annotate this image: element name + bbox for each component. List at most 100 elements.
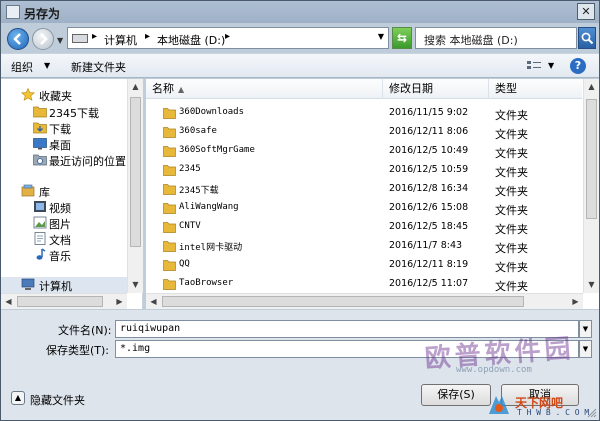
close-button[interactable]: ✕ [577, 3, 595, 20]
folder-icon [163, 260, 176, 271]
nav-favorites[interactable]: 收藏夹 [1, 87, 127, 103]
nav-item-2345-downloads[interactable]: 2345下载 [1, 104, 127, 120]
file-type: 文件夹 [495, 147, 528, 160]
nav-horizontal-scrollbar[interactable]: ◀ ▶ [1, 293, 127, 309]
nav-item-videos[interactable]: 视频 [1, 199, 127, 215]
file-list-pane: 名称 ▲ 修改日期 类型 360Downloads 2016/11/15 9:02 文… [146, 79, 599, 309]
organize-chevron-icon[interactable]: ▼ [44, 61, 50, 70]
file-name: 360safe [179, 126, 217, 136]
table-row[interactable]: QQ 2016/12/11 8:19 文件夹 [146, 256, 582, 275]
title-bar[interactable]: 另存为 ✕ [1, 1, 599, 23]
nav-favorites-label: 收藏夹 [39, 90, 72, 103]
back-button[interactable] [7, 28, 29, 50]
table-row[interactable]: TaoBrowser 2016/12/5 11:07 文件夹 [146, 275, 582, 294]
nav-item-desktop[interactable]: 桌面 [1, 136, 127, 152]
organize-button[interactable]: 组织 [11, 59, 33, 75]
column-name-label: 名称 [152, 82, 174, 95]
column-header-row: 名称 ▲ 修改日期 类型 [146, 79, 582, 99]
address-bar[interactable]: ▸ 计算机 ▸ 本地磁盘 (D:) ▸ ▼ [67, 27, 389, 49]
hide-folders-label: 隐藏文件夹 [30, 394, 85, 407]
breadcrumb-computer[interactable]: 计算机 [104, 32, 137, 48]
watermark-logo-sub: T H W B . C O M [517, 408, 590, 417]
nav-item-downloads[interactable]: 下载 [1, 120, 127, 136]
forward-button[interactable] [32, 28, 54, 50]
scroll-thumb[interactable] [586, 99, 597, 219]
table-row[interactable]: 360Downloads 2016/11/15 9:02 文件夹 [146, 104, 582, 123]
recent-pages-chevron-icon[interactable]: ▼ [57, 36, 63, 45]
nav-item-label: 下载 [49, 123, 71, 136]
folder-icon [163, 184, 176, 195]
scroll-left-icon[interactable]: ◀ [146, 294, 161, 309]
file-vertical-scrollbar[interactable]: ▲ ▼ [583, 79, 599, 293]
scroll-down-icon[interactable]: ▼ [584, 277, 599, 293]
nav-item-music[interactable]: 音乐 [1, 247, 127, 263]
file-type: 文件夹 [495, 185, 528, 198]
address-dropdown-icon[interactable]: ▼ [378, 32, 384, 41]
nav-vertical-scrollbar[interactable]: ▲ ▼ [127, 79, 143, 293]
file-date: 2016/11/7 8:43 [389, 240, 463, 251]
help-button[interactable]: ? [570, 58, 586, 74]
scroll-thumb[interactable] [17, 296, 103, 307]
scroll-right-icon[interactable]: ▶ [568, 294, 583, 309]
file-horizontal-scrollbar[interactable]: ◀ ▶ [146, 293, 583, 309]
nav-item-recent-places[interactable]: 最近访问的位置 [1, 152, 127, 168]
scroll-up-icon[interactable]: ▲ [128, 79, 143, 95]
table-row[interactable]: AliWangWang 2016/12/6 15:08 文件夹 [146, 199, 582, 218]
scroll-right-icon[interactable]: ▶ [112, 294, 127, 309]
nav-item-pictures[interactable]: 图片 [1, 215, 127, 231]
table-row[interactable]: 2345下载 2016/12/8 16:34 文件夹 [146, 180, 582, 199]
column-type-label: 类型 [495, 82, 517, 95]
scroll-up-icon[interactable]: ▲ [584, 79, 599, 95]
new-folder-button[interactable]: 新建文件夹 [71, 59, 126, 75]
watermark-url: www.opdown.com [456, 365, 532, 375]
folder-icon [163, 127, 176, 138]
nav-item-documents[interactable]: 文档 [1, 231, 127, 247]
table-row[interactable]: 2345 2016/12/5 10:59 文件夹 [146, 161, 582, 180]
table-row[interactable]: CNTV 2016/12/5 18:45 文件夹 [146, 218, 582, 237]
refresh-button[interactable]: ⇆ [392, 27, 412, 49]
nav-item-label: 图片 [49, 218, 71, 231]
view-chevron-icon[interactable]: ▼ [548, 61, 554, 70]
nav-item-label: 文档 [49, 234, 71, 247]
table-row[interactable]: intel网卡驱动 2016/11/7 8:43 文件夹 [146, 237, 582, 256]
scroll-thumb[interactable] [130, 97, 141, 247]
search-placeholder: 搜索 本地磁盘 (D:) [424, 34, 518, 47]
document-library-icon [34, 232, 46, 245]
file-date: 2016/12/6 15:08 [389, 202, 469, 213]
file-date: 2016/12/5 18:45 [389, 221, 469, 232]
scroll-left-icon[interactable]: ◀ [1, 294, 16, 309]
file-name: CNTV [179, 221, 201, 231]
file-type: 文件夹 [495, 261, 528, 274]
file-name: 360SoftMgrGame [179, 145, 255, 155]
nav-item-label: 最近访问的位置 [49, 155, 126, 168]
folder-icon [163, 241, 176, 252]
filetype-dropdown-icon[interactable]: ▼ [579, 340, 592, 358]
filename-dropdown-icon[interactable]: ▼ [579, 320, 592, 338]
breadcrumb-separator[interactable]: ▸ [92, 31, 97, 42]
table-row[interactable]: 360SoftMgrGame 2016/12/5 10:49 文件夹 [146, 142, 582, 161]
search-button[interactable] [578, 27, 596, 49]
column-header-type[interactable]: 类型 [489, 79, 582, 99]
column-header-date[interactable]: 修改日期 [383, 79, 489, 99]
recent-places-icon [33, 154, 47, 166]
file-type: 文件夹 [495, 280, 528, 293]
search-input[interactable]: 搜索 本地磁盘 (D:) [415, 27, 577, 49]
arrow-left-icon [13, 33, 21, 45]
filename-label: 文件名(N): [58, 324, 112, 337]
view-options-icon[interactable] [525, 59, 547, 73]
breadcrumb-local-disk[interactable]: 本地磁盘 (D:) [157, 32, 225, 48]
scroll-thumb[interactable] [162, 296, 524, 307]
download-folder-icon [33, 122, 47, 134]
file-name: 2345 [179, 164, 201, 174]
table-row[interactable]: 360safe 2016/12/11 8:06 文件夹 [146, 123, 582, 142]
breadcrumb-separator[interactable]: ▸ [145, 31, 150, 42]
watermark-text: 欧普软件园 [423, 333, 576, 375]
breadcrumb-separator[interactable]: ▸ [225, 31, 230, 42]
file-type: 文件夹 [495, 109, 528, 122]
column-header-name[interactable]: 名称 ▲ [146, 79, 383, 99]
nav-libraries[interactable]: 库 [1, 183, 127, 199]
address-row: ▼ ▸ 计算机 ▸ 本地磁盘 (D:) ▸ ▼ ⇆ 搜索 本地磁盘 (D:) [1, 23, 599, 53]
desktop-icon [33, 138, 47, 150]
nav-computer[interactable]: 计算机 [1, 277, 127, 293]
scroll-down-icon[interactable]: ▼ [128, 277, 143, 293]
